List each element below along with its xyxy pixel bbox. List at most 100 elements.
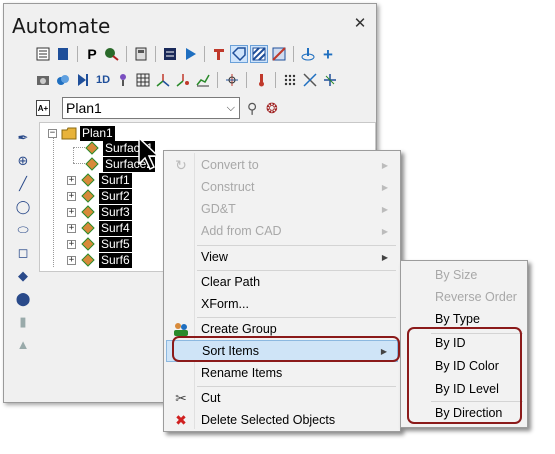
tree-item[interactable]: + Surf5 [67,236,132,252]
menu-item-label: Convert to [201,158,259,172]
menu-item-add-from-cad[interactable]: Add from CAD ▶ [166,220,398,242]
star-icon[interactable] [321,71,339,89]
collapse-icon[interactable]: − [48,128,57,138]
plus-icon[interactable]: + [319,45,337,63]
menu-item-construct[interactable]: Construct ▶ [166,176,398,198]
toolbar-separator [126,46,127,62]
toolbar-separator [275,72,276,88]
cloud-icon[interactable] [54,71,72,89]
expand-icon[interactable]: + [67,255,76,265]
tree-icon[interactable] [114,71,132,89]
cone-icon[interactable]: ▲ [14,336,32,353]
surface-icon [80,253,96,267]
tag-icon[interactable] [230,45,248,63]
tree-item[interactable]: + Surf6 [67,252,132,268]
menu-item-cut[interactable]: ✂ Cut [166,387,398,409]
ellipse-icon[interactable]: ⬭ [14,221,32,238]
menu-item-label: Add from CAD [201,224,282,238]
menu-item-xform[interactable]: XForm... [166,293,398,315]
book-icon[interactable] [54,45,72,63]
tree-item-label: Surf5 [99,236,132,252]
tree-item[interactable]: + Surf4 [67,220,132,236]
menu-item-gdt[interactable]: GD&T ▶ [166,198,398,220]
submenu-arrow-icon: ▶ [381,204,388,214]
submenu-item-by-id-color[interactable]: By ID Color [403,355,525,377]
robot-icon[interactable] [210,45,228,63]
tree-item[interactable]: + Surf2 [67,188,132,204]
submenu-arrow-icon: ▶ [380,346,387,356]
next-icon[interactable] [74,71,92,89]
probe-icon[interactable] [299,45,317,63]
submenu-item-label: By ID Color [435,359,499,373]
sort-submenu: By Size Reverse Order By Type By ID By I… [400,260,528,428]
plan-select[interactable]: Plan1 ⌵ [62,97,240,119]
calculator-icon[interactable] [132,45,150,63]
chart-icon[interactable] [194,71,212,89]
cross-icon[interactable] [301,71,319,89]
tree-item-label: Surf4 [99,220,132,236]
pen-icon[interactable]: ✒ [14,129,32,146]
expand-icon[interactable]: + [67,223,76,233]
menu-item-create-group[interactable]: Create Group [166,318,398,340]
find-icon[interactable]: ⚲ [247,100,257,117]
hatch-icon[interactable] [250,45,268,63]
menu-item-sort-items[interactable]: Sort Items ▶ [166,340,398,362]
scissors-icon: ✂ [175,389,187,406]
expand-icon[interactable]: + [67,191,76,201]
expand-icon[interactable]: + [67,239,76,249]
tree-item-label: Surf1 [99,172,132,188]
submenu-item-reverse-order[interactable]: Reverse Order [403,286,525,308]
line-icon[interactable]: ╱ [14,175,32,192]
surface-icon [84,157,100,171]
menu-item-label: Sort Items [202,344,259,358]
submenu-arrow-icon: ▶ [381,226,388,236]
close-button[interactable]: ✕ [352,16,368,32]
axis-icon[interactable] [154,71,172,89]
toolbar-separator [155,46,156,62]
submenu-arrow-icon: ▶ [381,160,388,170]
tree-root[interactable]: − Plan1 [48,125,115,141]
find-red-icon[interactable]: ❂ [266,100,278,117]
thermometer-icon[interactable] [252,71,270,89]
submenu-item-by-direction[interactable]: By Direction [403,402,525,424]
tree-item[interactable]: + Surf1 [67,172,132,188]
submenu-item-by-type[interactable]: By Type [403,308,525,330]
sphere-icon[interactable]: ⬤ [14,290,32,307]
submenu-item-by-id[interactable]: By ID [403,332,525,354]
1d-icon[interactable]: 1D [94,71,112,89]
grid-icon[interactable] [134,71,152,89]
expand-icon[interactable]: + [67,207,76,217]
submenu-item-by-id-level[interactable]: By ID Level [403,378,525,400]
menu-item-view[interactable]: View ▶ [166,246,398,268]
list-icon[interactable] [161,45,179,63]
toolbar-row-2: 1D [34,70,339,90]
camera-icon[interactable] [34,71,52,89]
tools-icon[interactable] [103,45,121,63]
point-icon[interactable]: ⊕ [14,152,32,169]
menu-item-clear-path[interactable]: Clear Path [166,271,398,293]
alignment-icon[interactable] [223,71,241,89]
axis2-icon[interactable] [174,71,192,89]
properties-icon[interactable] [34,45,52,63]
menu-item-convert-to[interactable]: ↻ Convert to ▶ [166,154,398,176]
slot-icon[interactable]: ◻ [14,244,32,261]
expand-icon[interactable]: + [67,175,76,185]
circle-icon[interactable]: ◯ [14,198,32,215]
menu-item-rename-items[interactable]: Rename Items [166,362,398,384]
submenu-item-by-size[interactable]: By Size [403,264,525,286]
p-icon[interactable]: P [83,45,101,63]
menu-item-label: Cut [201,391,221,405]
dots-icon[interactable] [281,71,299,89]
toolbar-separator [246,72,247,88]
menu-item-label: Delete Selected Objects [201,413,336,427]
surface-icon [80,221,96,235]
play-icon[interactable] [181,45,199,63]
submenu-item-label: By Type [435,312,480,326]
tree-item[interactable]: + Surf3 [67,204,132,220]
hatch-blue-icon[interactable] [270,45,288,63]
plan-icon[interactable]: A+ [36,100,50,116]
plane-icon[interactable]: ◆ [14,267,32,284]
cylinder-icon[interactable]: ▮ [14,313,32,330]
toolbar-separator [204,46,205,62]
menu-item-delete-selected-objects[interactable]: ✖ Delete Selected Objects [166,409,398,431]
